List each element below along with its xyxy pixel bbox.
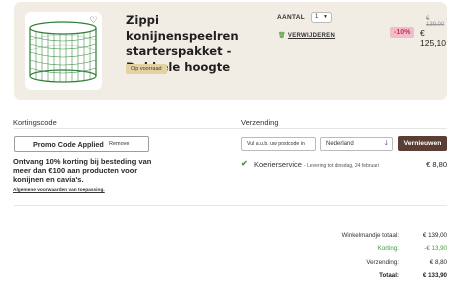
cart-item-card: ♡ Zippi konijnenspeelren starterspakket … [14, 2, 447, 100]
remove-coupon-button[interactable]: Remove [109, 141, 129, 147]
shipping-heading: Verzending [241, 118, 279, 127]
country-select[interactable]: Nederland 🡓 [320, 137, 393, 151]
chevron-down-icon: ▼ [323, 14, 328, 20]
shipping-price: € 8,80 [426, 160, 447, 169]
trash-icon: 🗑 [278, 33, 286, 39]
product-image[interactable]: ♡ [25, 12, 102, 90]
terms-link[interactable]: Algemene voorwaarden van toepassing. [13, 188, 105, 193]
section-divider [14, 128, 447, 129]
arrow-down-icon: 🡓 [384, 140, 388, 147]
grand-total-row: Totaal: € 133,90 [300, 272, 447, 282]
promo-description: Ontvang 10% korting bij besteding van me… [13, 157, 152, 185]
quantity-value: 1 [315, 14, 319, 20]
totals-divider [14, 205, 447, 206]
discount-label: Korting: [377, 245, 399, 252]
shipping-service-name: Koerierservice [254, 160, 302, 169]
discount-row: Korting: -€ 13,90 [300, 245, 447, 255]
coupon-code: Promo Code Applied [33, 140, 104, 149]
subtotal-label: Winkelmandje totaal: [341, 232, 399, 239]
grand-total-label: Totaal: [379, 272, 399, 279]
check-icon: ✔ [241, 159, 248, 168]
shipping-service-detail: - Levering tot dinsdag, 24 februari [304, 163, 379, 169]
subtotal-row: Winkelmandje totaal: € 139,00 [300, 232, 447, 242]
discount-value: -€ 13,90 [424, 245, 447, 252]
coupon-applied-field[interactable]: Promo Code Applied Remove [14, 136, 149, 152]
quantity-label: AANTAL [277, 14, 306, 21]
shipping-option[interactable]: ✔ Koerierservice - Levering tot dinsdag,… [241, 159, 447, 171]
subtotal-value: € 139,00 [422, 232, 447, 239]
shipping-total-label: Verzending: [366, 259, 399, 266]
item-price: € 125,10 [420, 28, 446, 48]
old-price: € 139,00 [426, 16, 445, 28]
grand-total-value: € 133,90 [422, 272, 447, 279]
shipping-total-row: Verzending: € 8,80 [300, 259, 447, 269]
playpen-illustration [29, 21, 97, 83]
renew-button[interactable]: Vernieuwen [398, 136, 447, 151]
heart-icon[interactable]: ♡ [88, 15, 99, 26]
postcode-input[interactable]: Vul a.u.b. uw postcode in [241, 137, 316, 151]
shipping-total-value: € 8,80 [429, 259, 447, 266]
quantity-select[interactable]: 1 ▼ [311, 12, 332, 23]
shipping-service: Koerierservice - Levering tot dinsdag, 2… [254, 160, 379, 169]
country-value: Nederland [326, 141, 354, 147]
stock-badge: Op voorraad [126, 64, 167, 74]
remove-item-link[interactable]: 🗑 VERWIJDEREN [278, 32, 335, 39]
remove-item-label: VERWIJDEREN [287, 33, 336, 39]
coupon-heading: Kortingscode [13, 118, 57, 127]
discount-badge: -10% [390, 27, 415, 38]
